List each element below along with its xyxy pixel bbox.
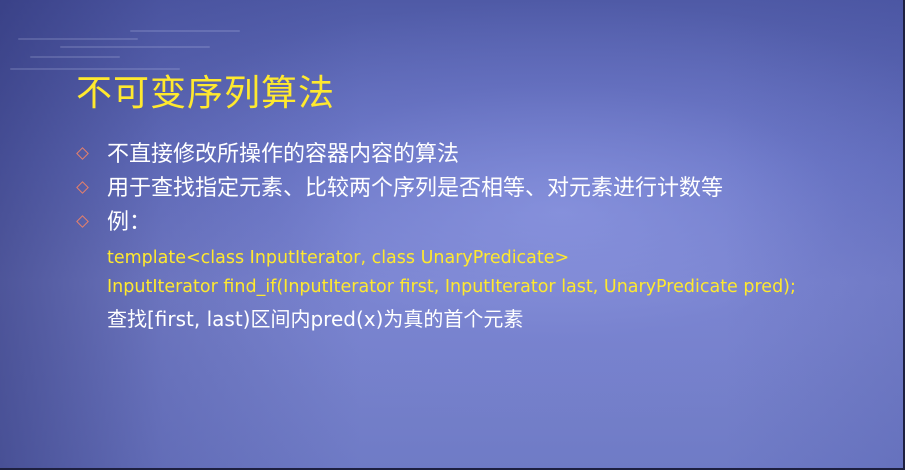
bullet-item: 例： xyxy=(76,206,893,240)
bullet-text: 例： xyxy=(107,210,152,235)
code-example: template<class InputIterator, class Unar… xyxy=(107,244,897,335)
bullet-item: 不直接修改所操作的容器内容的算法 xyxy=(76,138,893,172)
code-description: 查找[first, last)区间内pred(x)为真的首个元素 xyxy=(107,307,524,331)
slide: 不可变序列算法 不直接修改所操作的容器内容的算法 用于查找指定元素、比较两个序列… xyxy=(0,0,905,470)
bullet-list: 不直接修改所操作的容器内容的算法 用于查找指定元素、比较两个序列是否相等、对元素… xyxy=(76,138,893,240)
bullet-text: 不直接修改所操作的容器内容的算法 xyxy=(107,142,460,167)
bullet-text: 用于查找指定元素、比较两个序列是否相等、对元素进行计数等 xyxy=(107,176,724,201)
code-line-signature: InputIterator find_if(InputIterator firs… xyxy=(107,277,796,297)
bullet-item: 用于查找指定元素、比较两个序列是否相等、对元素进行计数等 xyxy=(76,172,893,206)
diamond-bullet-icon xyxy=(76,147,89,160)
diamond-bullet-icon xyxy=(76,181,89,194)
diamond-bullet-icon xyxy=(76,215,89,228)
code-line-template: template<class InputIterator, class Unar… xyxy=(107,248,570,268)
slide-title: 不可变序列算法 xyxy=(76,73,336,114)
